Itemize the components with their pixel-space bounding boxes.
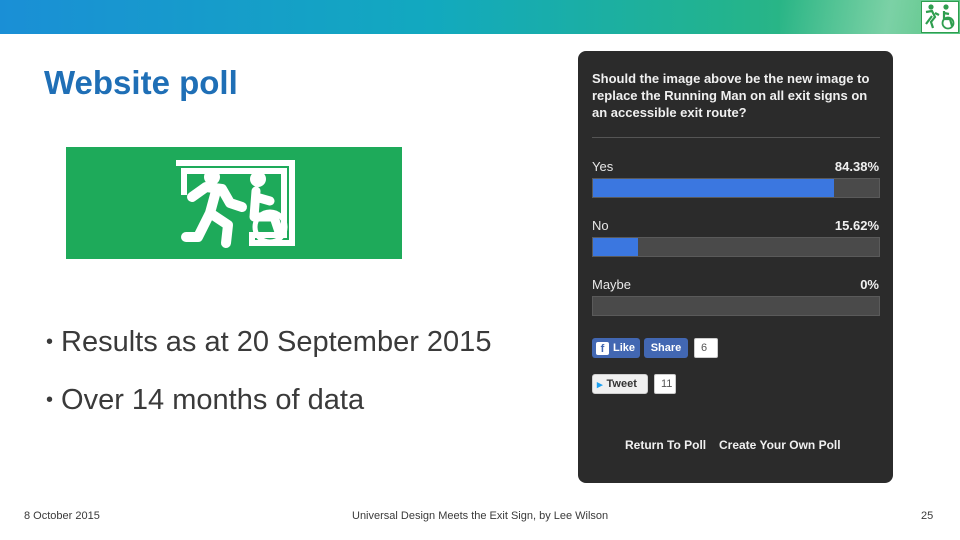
like-label: Like bbox=[613, 342, 636, 354]
tweet-label: Tweet bbox=[606, 378, 637, 390]
poll-question: Should the image above be the new image … bbox=[592, 71, 870, 120]
facebook-share-button[interactable]: Share bbox=[644, 338, 688, 358]
bullet-text: Results as at 20 September 2015 bbox=[61, 326, 492, 358]
slide-title: Website poll bbox=[44, 64, 238, 101]
return-to-poll-link[interactable]: Return To Poll bbox=[625, 438, 706, 452]
poll-option-bar bbox=[592, 178, 880, 198]
footer-date: 8 October 2015 bbox=[24, 510, 100, 522]
footer-presentation-title: Universal Design Meets the Exit Sign, by… bbox=[352, 510, 609, 522]
facebook-count: 6 bbox=[694, 338, 718, 358]
accessible-exit-sign-icon bbox=[66, 147, 402, 259]
poll-option-label: Yes bbox=[592, 159, 614, 174]
accessible-exit-logo-icon bbox=[921, 1, 959, 33]
poll-results-widget: Should the image above be the new image … bbox=[578, 51, 893, 483]
poll-option-label: No bbox=[592, 218, 609, 233]
bullet-list: • Results as at 20 September 2015 • Over 1… bbox=[46, 322, 491, 438]
header-banner bbox=[0, 0, 960, 34]
poll-option-label: Maybe bbox=[592, 277, 632, 292]
bullet-text: Over 14 months of data bbox=[61, 384, 365, 416]
poll-option-bar bbox=[592, 296, 880, 316]
bullet-item: • Results as at 20 September 2015 bbox=[46, 322, 491, 380]
poll-option-percent: 15.62% bbox=[834, 218, 879, 233]
poll-option-percent: 84.38% bbox=[834, 159, 879, 174]
bullet-dot: • bbox=[46, 389, 54, 411]
footer-page-number: 25 bbox=[921, 510, 934, 522]
poll-divider bbox=[592, 137, 880, 138]
bullet-dot: • bbox=[46, 331, 54, 353]
facebook-icon: f bbox=[596, 341, 609, 355]
facebook-like-button[interactable]: f Like bbox=[592, 338, 640, 358]
poll-option-percent: 0% bbox=[860, 277, 879, 292]
share-label: Share bbox=[650, 342, 682, 354]
poll-option-bar-fill bbox=[593, 179, 835, 197]
tweet-button[interactable]: ▸ Tweet bbox=[592, 374, 648, 394]
poll-option-bar-fill bbox=[593, 238, 638, 256]
tweet-count: 11 bbox=[654, 374, 676, 394]
create-poll-link[interactable]: Create Your Own Poll bbox=[719, 438, 841, 452]
bullet-item: • Over 14 months of data bbox=[46, 380, 491, 438]
twitter-bird-icon: ▸ bbox=[597, 378, 603, 391]
poll-option-bar bbox=[592, 237, 880, 257]
